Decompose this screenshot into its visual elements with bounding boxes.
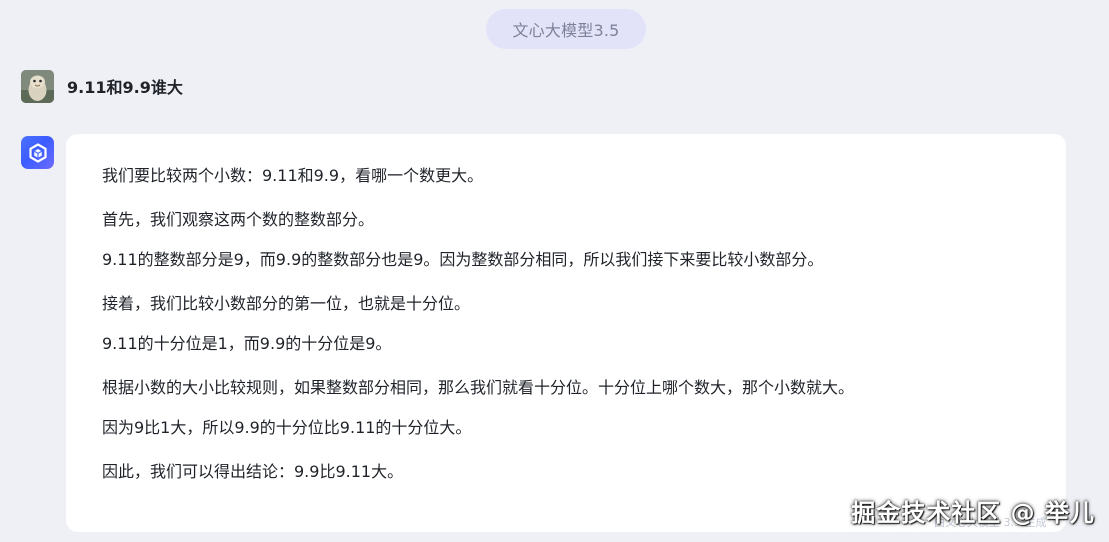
answer-paragraph: 首先，我们观察这两个数的整数部分。 (102, 210, 375, 229)
wenxin-logo-icon (21, 136, 54, 169)
assistant-answer-card: 我们要比较两个小数：9.11和9.9，看哪一个数更大。 首先，我们观察这两个数的… (66, 134, 1066, 532)
user-message: 9.11和9.9谁大 (67, 78, 183, 97)
answer-paragraph: 9.11的十分位是1，而9.9的十分位是9。 (102, 334, 392, 353)
answer-paragraph: 我们要比较两个小数：9.11和9.9，看哪一个数更大。 (102, 166, 484, 185)
answer-paragraph: 因此，我们可以得出结论：9.9比9.11大。 (102, 462, 404, 481)
answer-paragraph: 因为9比1大，所以9.9的十分位比9.11的十分位大。 (102, 418, 472, 437)
answer-paragraph: 根据小数的大小比较规则，如果整数部分相同，那么我们就看十分位。十分位上哪个数大，… (102, 378, 855, 397)
user-avatar-icon (21, 70, 54, 103)
answer-paragraph: 接着，我们比较小数部分的第一位，也就是十分位。 (102, 294, 471, 313)
assistant-answer-text: 我们要比较两个小数：9.11和9.9，看哪一个数更大。 首先，我们观察这两个数的… (102, 162, 1030, 486)
answer-paragraph: 9.11的整数部分是9，而9.9的整数部分也是9。因为整数部分相同，所以我们接下… (102, 250, 824, 269)
site-watermark: 掘金技术社区 @ 举儿 (851, 499, 1095, 527)
model-name-pill: 文心大模型3.5 (486, 9, 646, 49)
